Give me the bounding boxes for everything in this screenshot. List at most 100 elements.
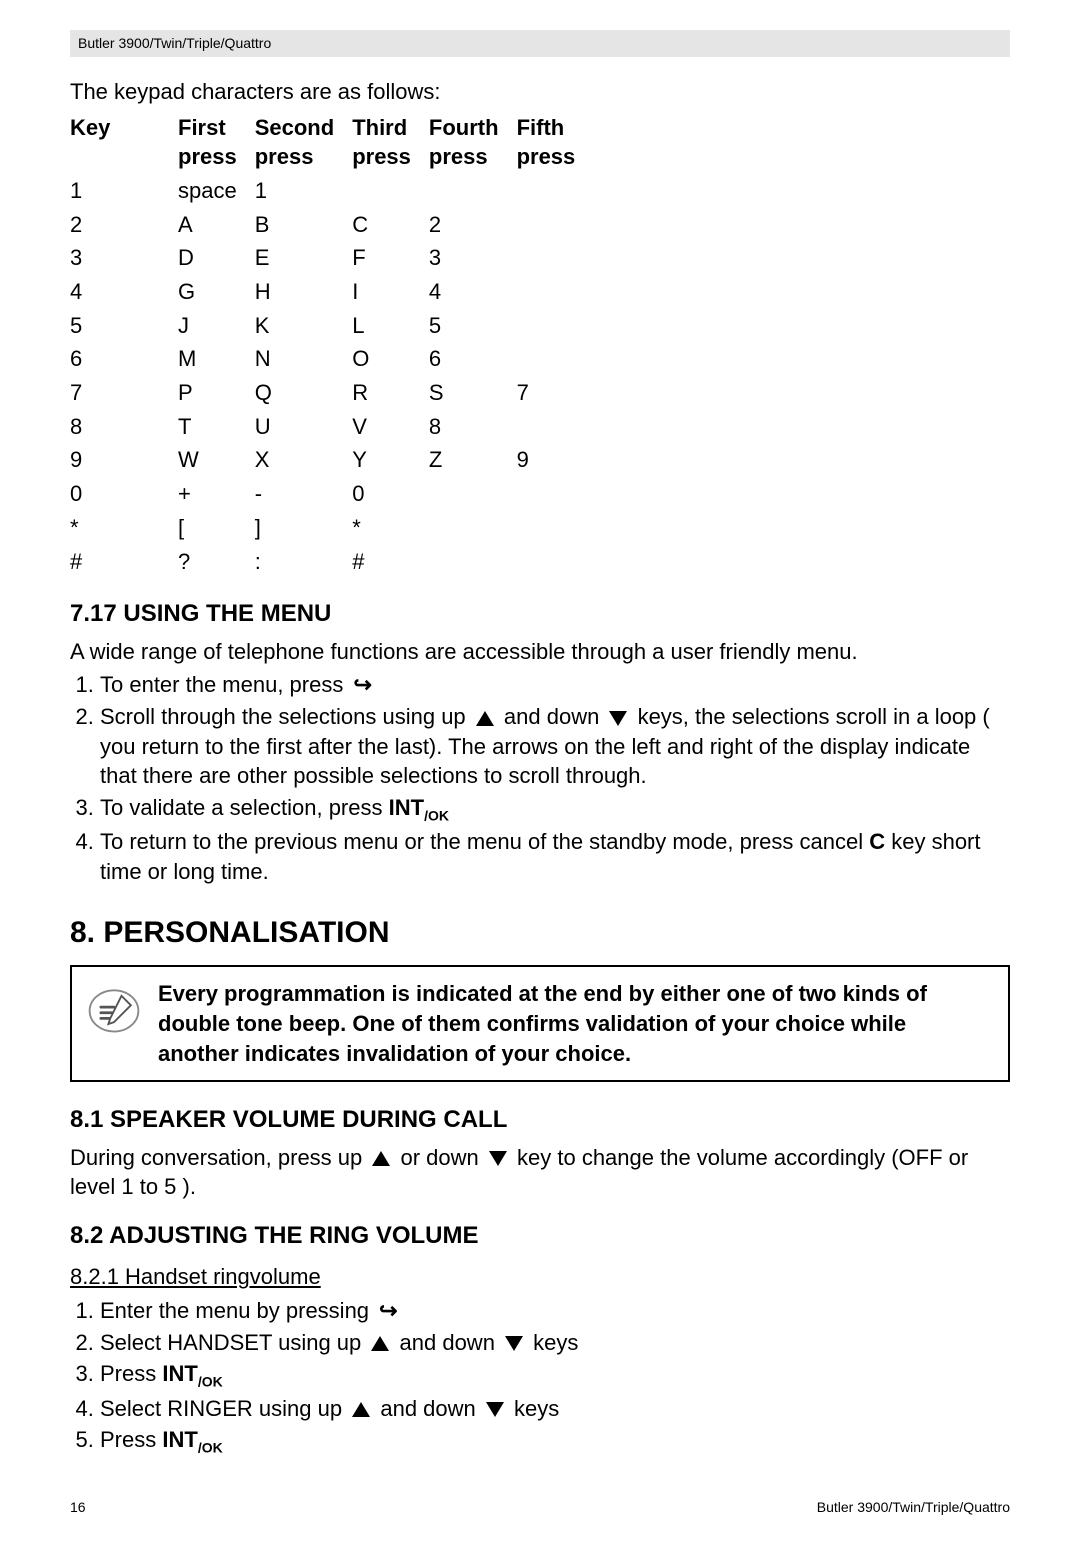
list-item: To return to the previous menu or the me… bbox=[100, 827, 1010, 886]
section-717-list: To enter the menu, press ↪ Scroll throug… bbox=[70, 670, 1010, 886]
keypad-header-cell: Fourthpress bbox=[429, 111, 517, 174]
down-arrow-icon bbox=[486, 1402, 504, 1417]
keypad-cell: 1 bbox=[255, 174, 352, 208]
keypad-cell: X bbox=[255, 443, 352, 477]
keypad-cell bbox=[429, 477, 517, 511]
keypad-cell: 4 bbox=[429, 275, 517, 309]
table-row: 5JKL5 bbox=[70, 309, 593, 343]
keypad-cell bbox=[517, 241, 594, 275]
keypad-key-cell: 2 bbox=[70, 208, 178, 242]
list-item: Select HANDSET using up and down keys bbox=[100, 1328, 1010, 1358]
keypad-cell: D bbox=[178, 241, 255, 275]
keypad-cell: Y bbox=[352, 443, 429, 477]
header-title: Butler 3900/Twin/Triple/Quattro bbox=[78, 35, 271, 51]
keypad-intro: The keypad characters are as follows: bbox=[70, 77, 1010, 107]
keypad-cell: space bbox=[178, 174, 255, 208]
keypad-cell bbox=[517, 309, 594, 343]
table-row: 2ABC2 bbox=[70, 208, 593, 242]
keypad-cell bbox=[517, 511, 594, 545]
keypad-cell: E bbox=[255, 241, 352, 275]
section-8-title: 8. PERSONALISATION bbox=[70, 913, 1010, 954]
keypad-cell: 8 bbox=[429, 410, 517, 444]
keypad-header-row: KeyFirstpressSecondpressThirdpressFourth… bbox=[70, 111, 593, 174]
keypad-cell: Q bbox=[255, 376, 352, 410]
int-ok-key: INT/OK bbox=[389, 795, 449, 820]
keypad-header-cell: Firstpress bbox=[178, 111, 255, 174]
keypad-cell bbox=[517, 477, 594, 511]
keypad-cell bbox=[517, 174, 594, 208]
int-ok-key: INT/OK bbox=[162, 1361, 222, 1386]
section-821-subtitle: 8.2.1 Handset ringvolume bbox=[70, 1262, 1010, 1292]
list-item: To validate a selection, press INT/OK bbox=[100, 793, 1010, 825]
keypad-cell bbox=[517, 275, 594, 309]
keypad-cell: P bbox=[178, 376, 255, 410]
keypad-key-cell: # bbox=[70, 545, 178, 579]
keypad-cell: + bbox=[178, 477, 255, 511]
keypad-cell: K bbox=[255, 309, 352, 343]
table-row: 4GHI4 bbox=[70, 275, 593, 309]
keypad-cell: R bbox=[352, 376, 429, 410]
enter-menu-icon: ↪ bbox=[353, 670, 371, 700]
up-arrow-icon bbox=[372, 1151, 390, 1166]
enter-menu-icon: ↪ bbox=[379, 1296, 397, 1326]
keypad-cell: H bbox=[255, 275, 352, 309]
keypad-key-cell: 1 bbox=[70, 174, 178, 208]
keypad-body: 1space12ABC23DEF34GHI45JKL56MNO67PQRS78T… bbox=[70, 174, 593, 578]
keypad-cell: 2 bbox=[429, 208, 517, 242]
keypad-cell: O bbox=[352, 342, 429, 376]
keypad-key-cell: 4 bbox=[70, 275, 178, 309]
page-number: 16 bbox=[70, 1498, 86, 1517]
keypad-cell bbox=[429, 174, 517, 208]
list-item: Press INT/OK bbox=[100, 1359, 1010, 1391]
keypad-key-cell: 6 bbox=[70, 342, 178, 376]
int-ok-key: INT/OK bbox=[162, 1427, 222, 1452]
keypad-header-cell: Key bbox=[70, 111, 178, 174]
keypad-key-cell: 7 bbox=[70, 376, 178, 410]
table-row: *[]* bbox=[70, 511, 593, 545]
keypad-cell: 0 bbox=[352, 477, 429, 511]
keypad-key-cell: * bbox=[70, 511, 178, 545]
keypad-cell: 6 bbox=[429, 342, 517, 376]
section-717-title: 7.17 USING THE MENU bbox=[70, 598, 1010, 630]
keypad-cell: Z bbox=[429, 443, 517, 477]
keypad-cell: F bbox=[352, 241, 429, 275]
page-footer: 16 Butler 3900/Twin/Triple/Quattro bbox=[70, 1498, 1010, 1517]
note-box: Every programmation is indicated at the … bbox=[70, 965, 1010, 1082]
keypad-cell: G bbox=[178, 275, 255, 309]
keypad-cell: T bbox=[178, 410, 255, 444]
up-arrow-icon bbox=[476, 711, 494, 726]
keypad-cell: M bbox=[178, 342, 255, 376]
down-arrow-icon bbox=[609, 711, 627, 726]
header-model-strip: Butler 3900/Twin/Triple/Quattro bbox=[70, 30, 1010, 57]
down-arrow-icon bbox=[505, 1336, 523, 1351]
list-item: Select RINGER using up and down keys bbox=[100, 1394, 1010, 1424]
keypad-cell: - bbox=[255, 477, 352, 511]
keypad-cell: S bbox=[429, 376, 517, 410]
keypad-cell: : bbox=[255, 545, 352, 579]
section-717-intro: A wide range of telephone functions are … bbox=[70, 637, 1010, 667]
table-row: 8TUV8 bbox=[70, 410, 593, 444]
keypad-table: KeyFirstpressSecondpressThirdpressFourth… bbox=[70, 111, 593, 579]
keypad-cell bbox=[429, 545, 517, 579]
keypad-header-cell: Secondpress bbox=[255, 111, 352, 174]
keypad-cell: N bbox=[255, 342, 352, 376]
keypad-cell: W bbox=[178, 443, 255, 477]
keypad-cell: 7 bbox=[517, 376, 594, 410]
list-item: Scroll through the selections using up a… bbox=[100, 702, 1010, 791]
keypad-cell bbox=[429, 511, 517, 545]
list-item: Enter the menu by pressing ↪ bbox=[100, 1296, 1010, 1326]
keypad-cell: 9 bbox=[517, 443, 594, 477]
keypad-cell: [ bbox=[178, 511, 255, 545]
keypad-cell: V bbox=[352, 410, 429, 444]
table-row: 7PQRS7 bbox=[70, 376, 593, 410]
keypad-header-cell: Thirdpress bbox=[352, 111, 429, 174]
list-item: Press INT/OK bbox=[100, 1425, 1010, 1457]
section-81-title: 8.1 SPEAKER VOLUME DURING CALL bbox=[70, 1104, 1010, 1136]
keypad-key-cell: 8 bbox=[70, 410, 178, 444]
keypad-cell: ? bbox=[178, 545, 255, 579]
keypad-cell bbox=[517, 208, 594, 242]
keypad-cell bbox=[352, 174, 429, 208]
table-row: 0+-0 bbox=[70, 477, 593, 511]
table-row: 6MNO6 bbox=[70, 342, 593, 376]
keypad-cell bbox=[517, 410, 594, 444]
